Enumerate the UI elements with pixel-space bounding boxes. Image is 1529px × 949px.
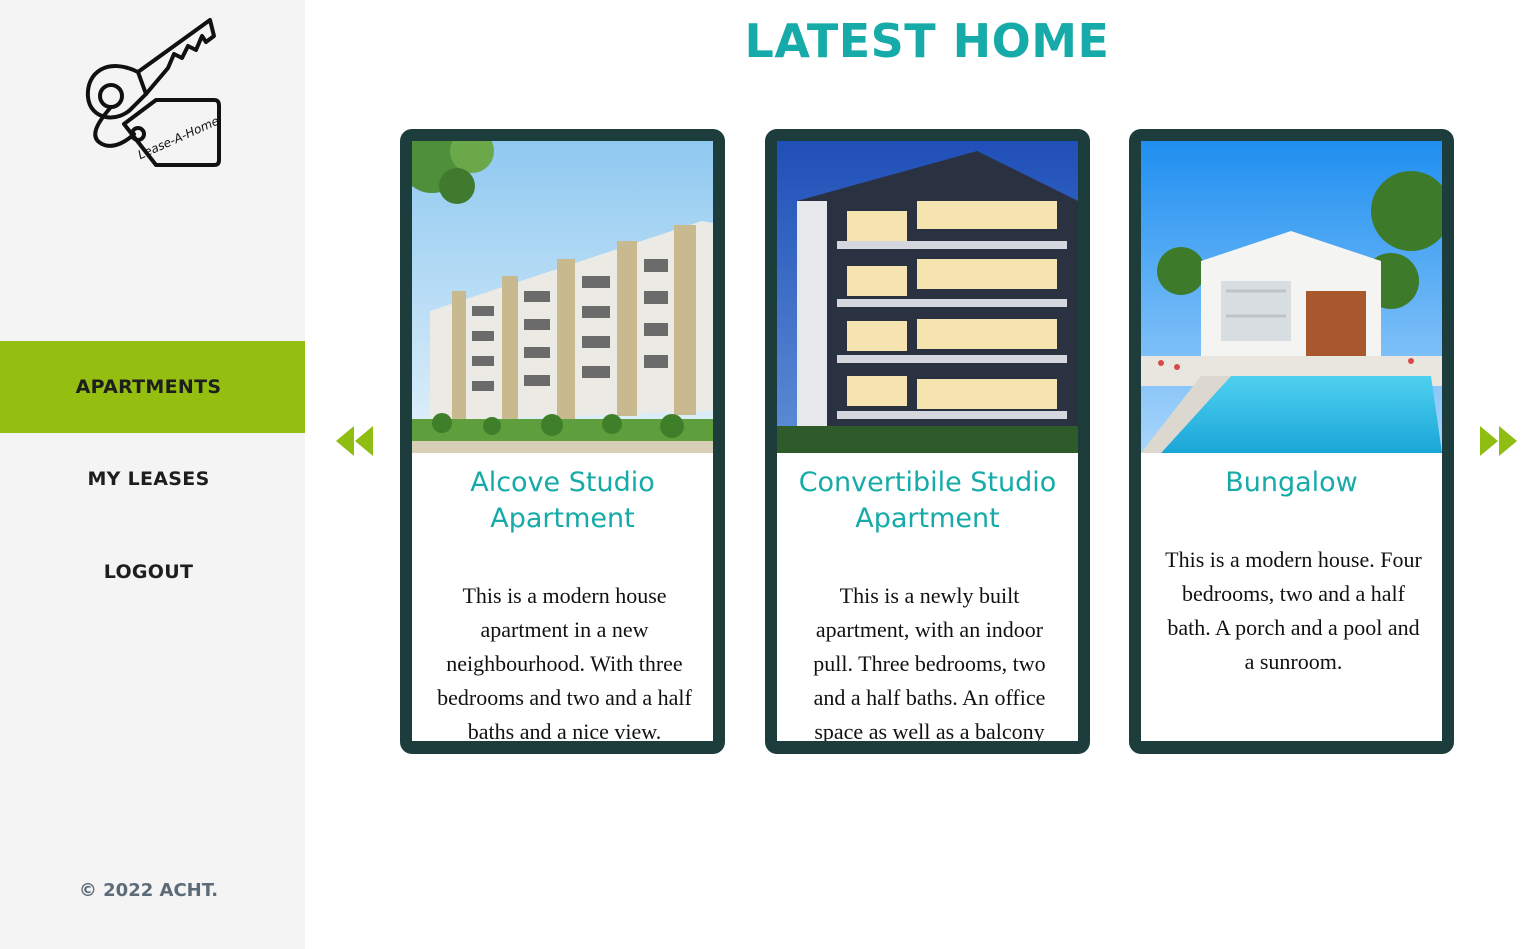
nav-item-my-leases[interactable]: MY LEASES [0, 433, 305, 525]
double-chevron-left-icon [336, 426, 373, 456]
listing-photo [777, 141, 1078, 453]
listing-card[interactable]: Alcove Studio Apartment This is a modern… [400, 129, 725, 754]
logo[interactable]: Lease-A-Home [78, 12, 223, 170]
listing-card-body: Convertibile Studio Apartment This is a … [777, 141, 1078, 741]
key-tag-icon: Lease-A-Home [85, 18, 222, 167]
page-title: LATEST HOME [744, 14, 1110, 68]
nav-item-apartments[interactable]: APARTMENTS [0, 341, 305, 433]
nav-item-label: LOGOUT [103, 561, 194, 583]
listing-description: This is a newly built apartment, with an… [813, 583, 1046, 741]
nav-item-logout[interactable]: LOGOUT [0, 526, 305, 618]
nav-item-label: APARTMENTS [75, 376, 222, 398]
double-chevron-right-icon [1480, 426, 1517, 456]
app: Lease-A-Home APARTMENTS MY LEASES LOGOUT… [0, 0, 1529, 949]
carousel-next-button[interactable] [1478, 424, 1520, 458]
listing-description: This is a modern house apartment in a ne… [437, 583, 692, 741]
carousel-prev-button[interactable] [334, 424, 376, 458]
listing-title: Alcove Studio Apartment [470, 467, 655, 534]
listing-description: This is a modern house. Four bedrooms, t… [1165, 547, 1422, 674]
sidebar: Lease-A-Home APARTMENTS MY LEASES LOGOUT… [0, 0, 305, 949]
listing-title: Convertibile Studio Apartment [798, 467, 1057, 534]
copyright-footer: © 2022 ACHT. [78, 880, 219, 901]
listing-card-body: Bungalow This is a modern house. Four be… [1141, 141, 1442, 741]
listing-card[interactable]: Convertibile Studio Apartment This is a … [765, 129, 1090, 754]
listing-photo [1141, 141, 1442, 453]
nav-item-label: MY LEASES [87, 468, 210, 490]
listing-photo [412, 141, 713, 453]
listing-card-body: Alcove Studio Apartment This is a modern… [412, 141, 713, 741]
logo-text: Lease-A-Home [136, 114, 222, 162]
listing-card[interactable]: Bungalow This is a modern house. Four be… [1129, 129, 1454, 754]
listing-title: Bungalow [1225, 467, 1358, 498]
